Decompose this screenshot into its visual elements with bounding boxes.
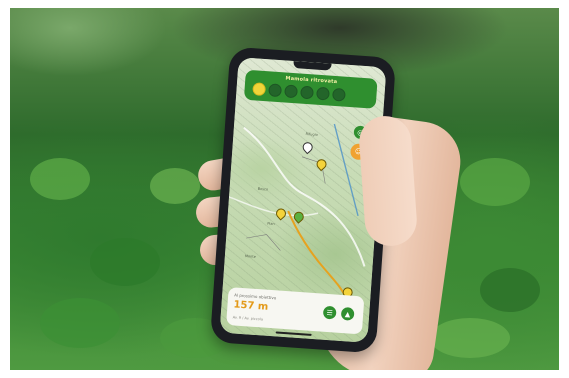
badge-slot [284,84,298,99]
navigate-button[interactable]: ▲ [340,306,355,321]
badge-slot [268,83,283,98]
badge-slot [331,87,346,102]
map-label: Pian [267,221,275,227]
hand-thumb [357,114,419,248]
panel-subtext: Av. 9 / Av. piccola [232,315,264,322]
leaf [30,158,90,200]
badge-slots [252,82,346,102]
leaf [40,298,120,348]
leaf [150,168,200,204]
badge-slot [300,85,314,100]
photo-scene: Mamola ritrovata ◎ ☺ Bosco Pian Monte [10,8,559,370]
leaf [460,158,530,206]
badge-slot-collected [252,82,267,97]
distance-value: 157 m [233,299,269,313]
map-label: Monte [244,254,256,259]
leaf [480,268,540,312]
map-label: Bosco [257,186,269,192]
map-label: Rifugio [305,132,318,137]
layers-button[interactable]: ☰ [322,305,337,320]
phone-screen: Mamola ritrovata ◎ ☺ Bosco Pian Monte [219,57,387,343]
leaf [90,238,160,286]
badge-slot [316,86,330,101]
leaf [430,318,510,358]
